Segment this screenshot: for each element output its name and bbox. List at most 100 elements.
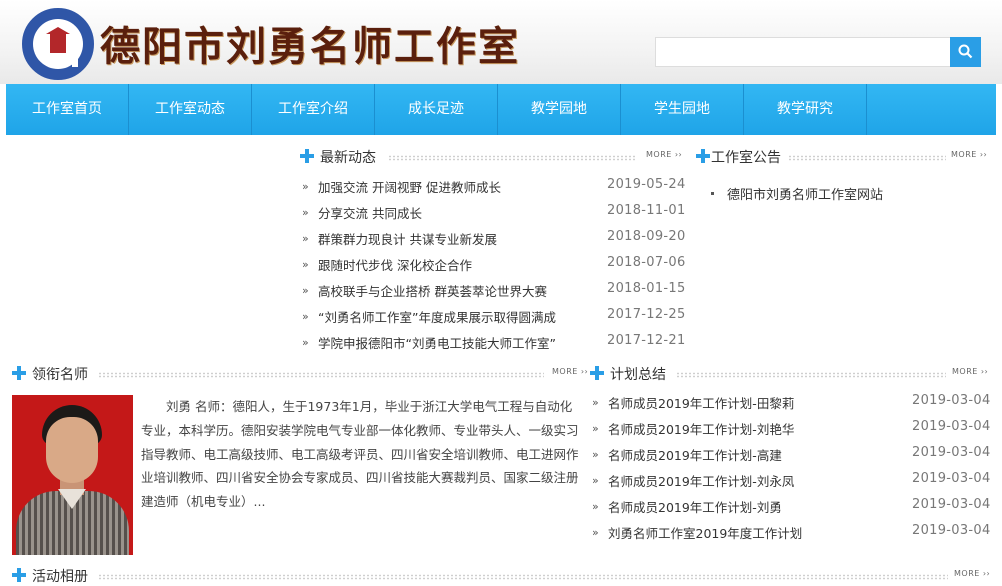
search-icon <box>958 44 973 59</box>
dotted-divider <box>788 155 946 161</box>
more-label: MORE <box>552 367 578 376</box>
news-item[interactable]: » 分享交流 共同成长 2018-11-01 <box>302 203 685 223</box>
logo[interactable] <box>22 8 94 80</box>
notice-more-link[interactable]: MORE ›› <box>951 150 987 159</box>
more-label: MORE <box>954 569 980 578</box>
double-chevron-icon: ›› <box>580 367 589 376</box>
arrow-icon: » <box>302 180 309 193</box>
dotted-divider <box>98 372 544 378</box>
news-item[interactable]: » 群策群力现良计 共谋专业新发展 2018-09-20 <box>302 229 685 249</box>
album-section-header: 活动相册 MORE ›› <box>12 566 990 586</box>
arrow-icon: » <box>302 232 309 245</box>
news-item[interactable]: » 跟随时代步伐 深化校企合作 2018-07-06 <box>302 255 685 275</box>
news-item[interactable]: » 加强交流 开阔视野 促进教师成长 2019-05-24 <box>302 177 685 197</box>
nav-item-students[interactable]: 学生园地 <box>621 84 744 135</box>
teacher-more-link[interactable]: MORE ›› <box>552 367 588 376</box>
news-item-title[interactable]: 学院申报德阳市“刘勇电工技能大师工作室” <box>318 333 556 352</box>
bullet-icon <box>711 192 714 195</box>
notice-section-header: 工作室公告 MORE ›› <box>696 147 996 167</box>
logo-building-icon <box>46 27 78 67</box>
site-header: 德阳市刘勇名师工作室 <box>0 0 1002 84</box>
nav-item-home[interactable]: 工作室首页 <box>6 84 129 135</box>
search-input[interactable] <box>655 37 951 67</box>
arrow-icon: » <box>302 336 309 349</box>
news-item-date: 2018-11-01 <box>607 203 686 218</box>
more-label: MORE <box>951 150 977 159</box>
plans-section-title: 计划总结 <box>610 367 666 383</box>
news-item-title[interactable]: 跟随时代步伐 深化校企合作 <box>318 255 472 274</box>
double-chevron-icon: ›› <box>982 569 991 578</box>
plan-item-date: 2019-03-04 <box>912 497 991 512</box>
plan-item[interactable]: » 名师成员2019年工作计划-刘永凤 2019-03-04 <box>592 471 991 491</box>
plus-icon <box>696 149 710 163</box>
plan-item-title[interactable]: 名师成员2019年工作计划-刘艳华 <box>608 419 794 438</box>
nav-item-research[interactable]: 教学研究 <box>744 84 867 135</box>
news-item[interactable]: » “刘勇名师工作室”年度成果展示取得圆满成 2017-12-25 <box>302 307 685 327</box>
more-label: MORE <box>952 367 978 376</box>
nav-item-news[interactable]: 工作室动态 <box>129 84 252 135</box>
news-item-date: 2018-01-15 <box>607 281 686 296</box>
dotted-divider <box>98 574 948 580</box>
plan-item-title[interactable]: 名师成员2019年工作计划-高建 <box>608 445 782 464</box>
dotted-divider <box>388 155 636 161</box>
teacher-section-header: 领衔名师 MORE ›› <box>12 364 588 384</box>
news-item-title[interactable]: 高校联手与企业搭桥 群英荟萃论世界大赛 <box>318 281 547 300</box>
notice-item[interactable]: 德阳市刘勇名师工作室网站 <box>727 184 883 203</box>
plan-item-date: 2019-03-04 <box>912 445 991 460</box>
news-item-date: 2018-07-06 <box>607 255 686 270</box>
news-item-title[interactable]: “刘勇名师工作室”年度成果展示取得圆满成 <box>318 307 556 326</box>
notice-section-title: 工作室公告 <box>711 150 781 166</box>
double-chevron-icon: ›› <box>979 150 988 159</box>
news-more-link[interactable]: MORE ›› <box>646 150 682 159</box>
news-item-date: 2019-05-24 <box>607 177 686 192</box>
news-section-header: 最新动态 MORE ›› <box>300 147 686 167</box>
plan-item[interactable]: » 刘勇名师工作室2019年度工作计划 2019-03-04 <box>592 523 991 543</box>
news-item-title[interactable]: 分享交流 共同成长 <box>318 203 422 222</box>
arrow-icon: » <box>592 422 599 435</box>
arrow-icon: » <box>302 284 309 297</box>
plus-icon <box>12 568 26 582</box>
plan-item-title[interactable]: 名师成员2019年工作计划-刘勇 <box>608 497 782 516</box>
dotted-divider <box>676 372 946 378</box>
album-more-link[interactable]: MORE ›› <box>954 569 990 578</box>
plan-item-date: 2019-03-04 <box>912 419 991 434</box>
arrow-icon: » <box>592 448 599 461</box>
logo-inner <box>33 19 83 69</box>
plus-icon <box>590 366 604 380</box>
plan-item-title[interactable]: 名师成员2019年工作计划-刘永凤 <box>608 471 794 490</box>
arrow-icon: » <box>592 526 599 539</box>
arrow-icon: » <box>592 500 599 513</box>
plan-item-title[interactable]: 名师成员2019年工作计划-田黎莉 <box>608 393 794 412</box>
plan-item[interactable]: » 名师成员2019年工作计划-刘艳华 2019-03-04 <box>592 419 991 439</box>
logo-gate <box>72 57 78 67</box>
plan-item-title[interactable]: 刘勇名师工作室2019年度工作计划 <box>608 523 802 542</box>
plans-section-header: 计划总结 MORE ›› <box>590 364 990 384</box>
news-item-date: 2017-12-25 <box>607 307 686 322</box>
arrow-icon: » <box>592 396 599 409</box>
search-button[interactable] <box>950 37 981 67</box>
plans-more-link[interactable]: MORE ›› <box>952 367 988 376</box>
news-item[interactable]: » 学院申报德阳市“刘勇电工技能大师工作室” 2017-12-21 <box>302 333 685 353</box>
plan-item[interactable]: » 名师成员2019年工作计划-刘勇 2019-03-04 <box>592 497 991 517</box>
plan-item-date: 2019-03-04 <box>912 523 991 538</box>
plan-item-date: 2019-03-04 <box>912 471 991 486</box>
news-section-title: 最新动态 <box>320 150 376 166</box>
news-item-title[interactable]: 群策群力现良计 共谋专业新发展 <box>318 229 497 248</box>
arrow-icon: » <box>302 258 309 271</box>
teacher-bio: 刘勇 名师：德阳人，生于1973年1月，毕业于浙江大学电气工程与自动化专业，本科… <box>141 399 579 510</box>
plan-item[interactable]: » 名师成员2019年工作计划-田黎莉 2019-03-04 <box>592 393 991 413</box>
plan-item[interactable]: » 名师成员2019年工作计划-高建 2019-03-04 <box>592 445 991 465</box>
news-item-title[interactable]: 加强交流 开阔视野 促进教师成长 <box>318 177 501 196</box>
album-section-title: 活动相册 <box>32 569 88 585</box>
site-title: 德阳市刘勇名师工作室 <box>100 23 520 70</box>
nav-item-teaching[interactable]: 教学园地 <box>498 84 621 135</box>
nav-item-growth[interactable]: 成长足迹 <box>375 84 498 135</box>
news-item-date: 2018-09-20 <box>607 229 686 244</box>
news-item[interactable]: » 高校联手与企业搭桥 群英荟萃论世界大赛 2018-01-15 <box>302 281 685 301</box>
plus-icon <box>300 149 314 163</box>
nav-item-intro[interactable]: 工作室介绍 <box>252 84 375 135</box>
teacher-section-title: 领衔名师 <box>32 367 88 383</box>
plan-item-date: 2019-03-04 <box>912 393 991 408</box>
teacher-photo[interactable] <box>12 395 133 555</box>
photo-face <box>46 417 98 483</box>
